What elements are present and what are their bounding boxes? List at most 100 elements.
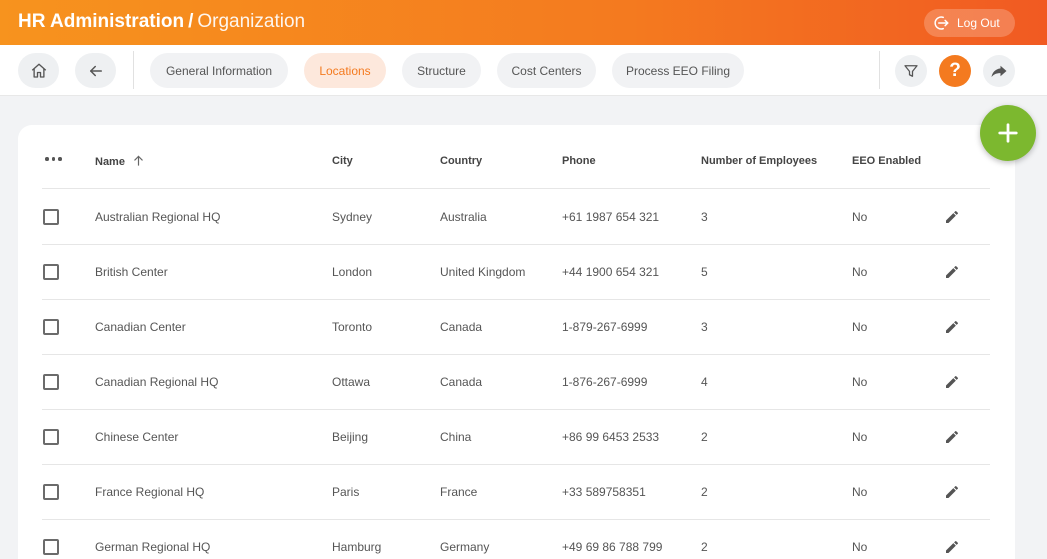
table-row[interactable]: Canadian Regional HQ Ottawa Canada 1-876… bbox=[42, 355, 990, 410]
more-options-icon[interactable] bbox=[45, 152, 65, 166]
row-checkbox[interactable] bbox=[43, 539, 59, 555]
table-row[interactable]: Canadian Center Toronto Canada 1-879-267… bbox=[42, 300, 990, 355]
tab-locations[interactable]: Locations bbox=[304, 53, 386, 88]
help-button[interactable]: ? bbox=[939, 55, 971, 87]
cell-employees: 5 bbox=[701, 265, 708, 279]
tab-label: Structure bbox=[417, 63, 466, 78]
tab-label: Cost Centers bbox=[511, 63, 582, 78]
tab-structure[interactable]: Structure bbox=[402, 53, 481, 88]
share-button[interactable] bbox=[983, 55, 1015, 87]
column-header-city[interactable]: City bbox=[332, 155, 353, 167]
section-title: Organization bbox=[197, 11, 306, 32]
app-title: HR Administration bbox=[18, 11, 185, 32]
row-checkbox[interactable] bbox=[43, 209, 59, 225]
column-label: Number of Employees bbox=[701, 155, 818, 167]
cell-eeo: No bbox=[852, 485, 868, 499]
cell-eeo: No bbox=[852, 210, 868, 224]
cell-name: France Regional HQ bbox=[95, 485, 205, 499]
column-label: Name bbox=[95, 156, 125, 168]
row-checkbox[interactable] bbox=[43, 319, 59, 335]
home-button[interactable] bbox=[18, 53, 59, 88]
cell-employees: 2 bbox=[701, 430, 708, 444]
column-label: Country bbox=[440, 155, 483, 167]
tab-label: Process EEO Filing bbox=[625, 63, 731, 78]
column-header-eeo[interactable]: EEO Enabled bbox=[852, 155, 921, 167]
cell-name: British Center bbox=[95, 265, 168, 279]
column-header-name[interactable]: Name bbox=[95, 155, 144, 168]
cell-city: Paris bbox=[332, 485, 360, 499]
table-row[interactable]: Australian Regional HQ Sydney Australia … bbox=[42, 190, 990, 245]
home-icon bbox=[31, 63, 46, 78]
cell-employees: 3 bbox=[701, 320, 708, 334]
column-label: City bbox=[332, 155, 353, 167]
edit-icon[interactable] bbox=[944, 539, 960, 555]
cell-city: Sydney bbox=[332, 210, 373, 224]
tab-general-information[interactable]: General Information bbox=[150, 53, 288, 88]
cell-phone: 1-876-267-6999 bbox=[562, 375, 648, 389]
row-checkbox[interactable] bbox=[43, 484, 59, 500]
table-row[interactable]: British Center London United Kingdom +44… bbox=[42, 245, 990, 300]
share-icon bbox=[991, 65, 1007, 77]
edit-icon[interactable] bbox=[944, 429, 960, 445]
cell-phone: +49 69 86 788 799 bbox=[562, 540, 663, 554]
column-header-phone[interactable]: Phone bbox=[562, 155, 596, 167]
cell-country: Australia bbox=[440, 210, 487, 224]
back-button[interactable] bbox=[75, 53, 116, 88]
logout-button[interactable]: Log Out bbox=[924, 9, 1015, 37]
cell-city: Toronto bbox=[332, 320, 373, 334]
cell-country: Canada bbox=[440, 320, 483, 334]
help-icon: ? bbox=[949, 60, 961, 81]
column-header-employees[interactable]: Number of Employees bbox=[701, 155, 817, 167]
title-separator: / bbox=[188, 11, 194, 32]
tab-label: General Information bbox=[165, 63, 273, 78]
cell-name: Canadian Regional HQ bbox=[95, 375, 219, 389]
cell-eeo: No bbox=[852, 375, 868, 389]
tab-process-eeo-filing[interactable]: Process EEO Filing bbox=[612, 53, 744, 88]
cell-phone: +86 99 6453 2533 bbox=[562, 430, 660, 444]
logout-label: Log Out bbox=[957, 16, 1000, 30]
edit-icon[interactable] bbox=[944, 374, 960, 390]
cell-name: Chinese Center bbox=[95, 430, 179, 444]
cell-phone: +33 589758351 bbox=[562, 485, 646, 499]
edit-icon[interactable] bbox=[944, 484, 960, 500]
edit-icon[interactable] bbox=[944, 319, 960, 335]
table-row[interactable]: Chinese Center Beijing China +86 99 6453… bbox=[42, 410, 990, 465]
cell-city: Ottawa bbox=[332, 375, 371, 389]
cell-phone: +61 1987 654 321 bbox=[562, 210, 660, 224]
page-title: HR Administration / Organization bbox=[18, 11, 305, 33]
cell-city: Beijing bbox=[332, 430, 369, 444]
row-checkbox[interactable] bbox=[43, 264, 59, 280]
nav-bar: General Information Locations Structure … bbox=[0, 45, 1047, 96]
sort-ascending-icon bbox=[134, 155, 143, 166]
app-header: HR Administration / Organization Log Out bbox=[0, 0, 1047, 45]
cell-country: Germany bbox=[440, 540, 490, 554]
column-label: Phone bbox=[562, 155, 596, 167]
cell-eeo: No bbox=[852, 540, 868, 554]
cell-country: France bbox=[440, 485, 478, 499]
cell-eeo: No bbox=[852, 320, 868, 334]
tab-label: Locations bbox=[319, 63, 371, 78]
tab-cost-centers[interactable]: Cost Centers bbox=[497, 53, 596, 88]
logout-icon bbox=[934, 16, 949, 30]
edit-icon[interactable] bbox=[944, 209, 960, 225]
plus-icon bbox=[998, 123, 1018, 143]
table-row[interactable]: France Regional HQ Paris France +33 5897… bbox=[42, 465, 990, 520]
table-row[interactable]: German Regional HQ Hamburg Germany +49 6… bbox=[42, 520, 990, 559]
column-label: EEO Enabled bbox=[852, 155, 922, 167]
row-checkbox[interactable] bbox=[43, 374, 59, 390]
cell-phone: +44 1900 654 321 bbox=[562, 265, 660, 279]
edit-icon[interactable] bbox=[944, 264, 960, 280]
table-body: Australian Regional HQ Sydney Australia … bbox=[42, 190, 990, 559]
nav-divider bbox=[879, 51, 880, 89]
cell-country: United Kingdom bbox=[440, 265, 526, 279]
cell-city: London bbox=[332, 265, 373, 279]
row-checkbox[interactable] bbox=[43, 429, 59, 445]
filter-icon bbox=[904, 65, 918, 77]
cell-employees: 2 bbox=[701, 485, 708, 499]
cell-employees: 4 bbox=[701, 375, 708, 389]
column-header-country[interactable]: Country bbox=[440, 155, 482, 167]
cell-name: Australian Regional HQ bbox=[95, 210, 221, 224]
cell-country: Canada bbox=[440, 375, 483, 389]
filter-button[interactable] bbox=[895, 55, 927, 87]
arrow-left-icon bbox=[89, 65, 102, 76]
